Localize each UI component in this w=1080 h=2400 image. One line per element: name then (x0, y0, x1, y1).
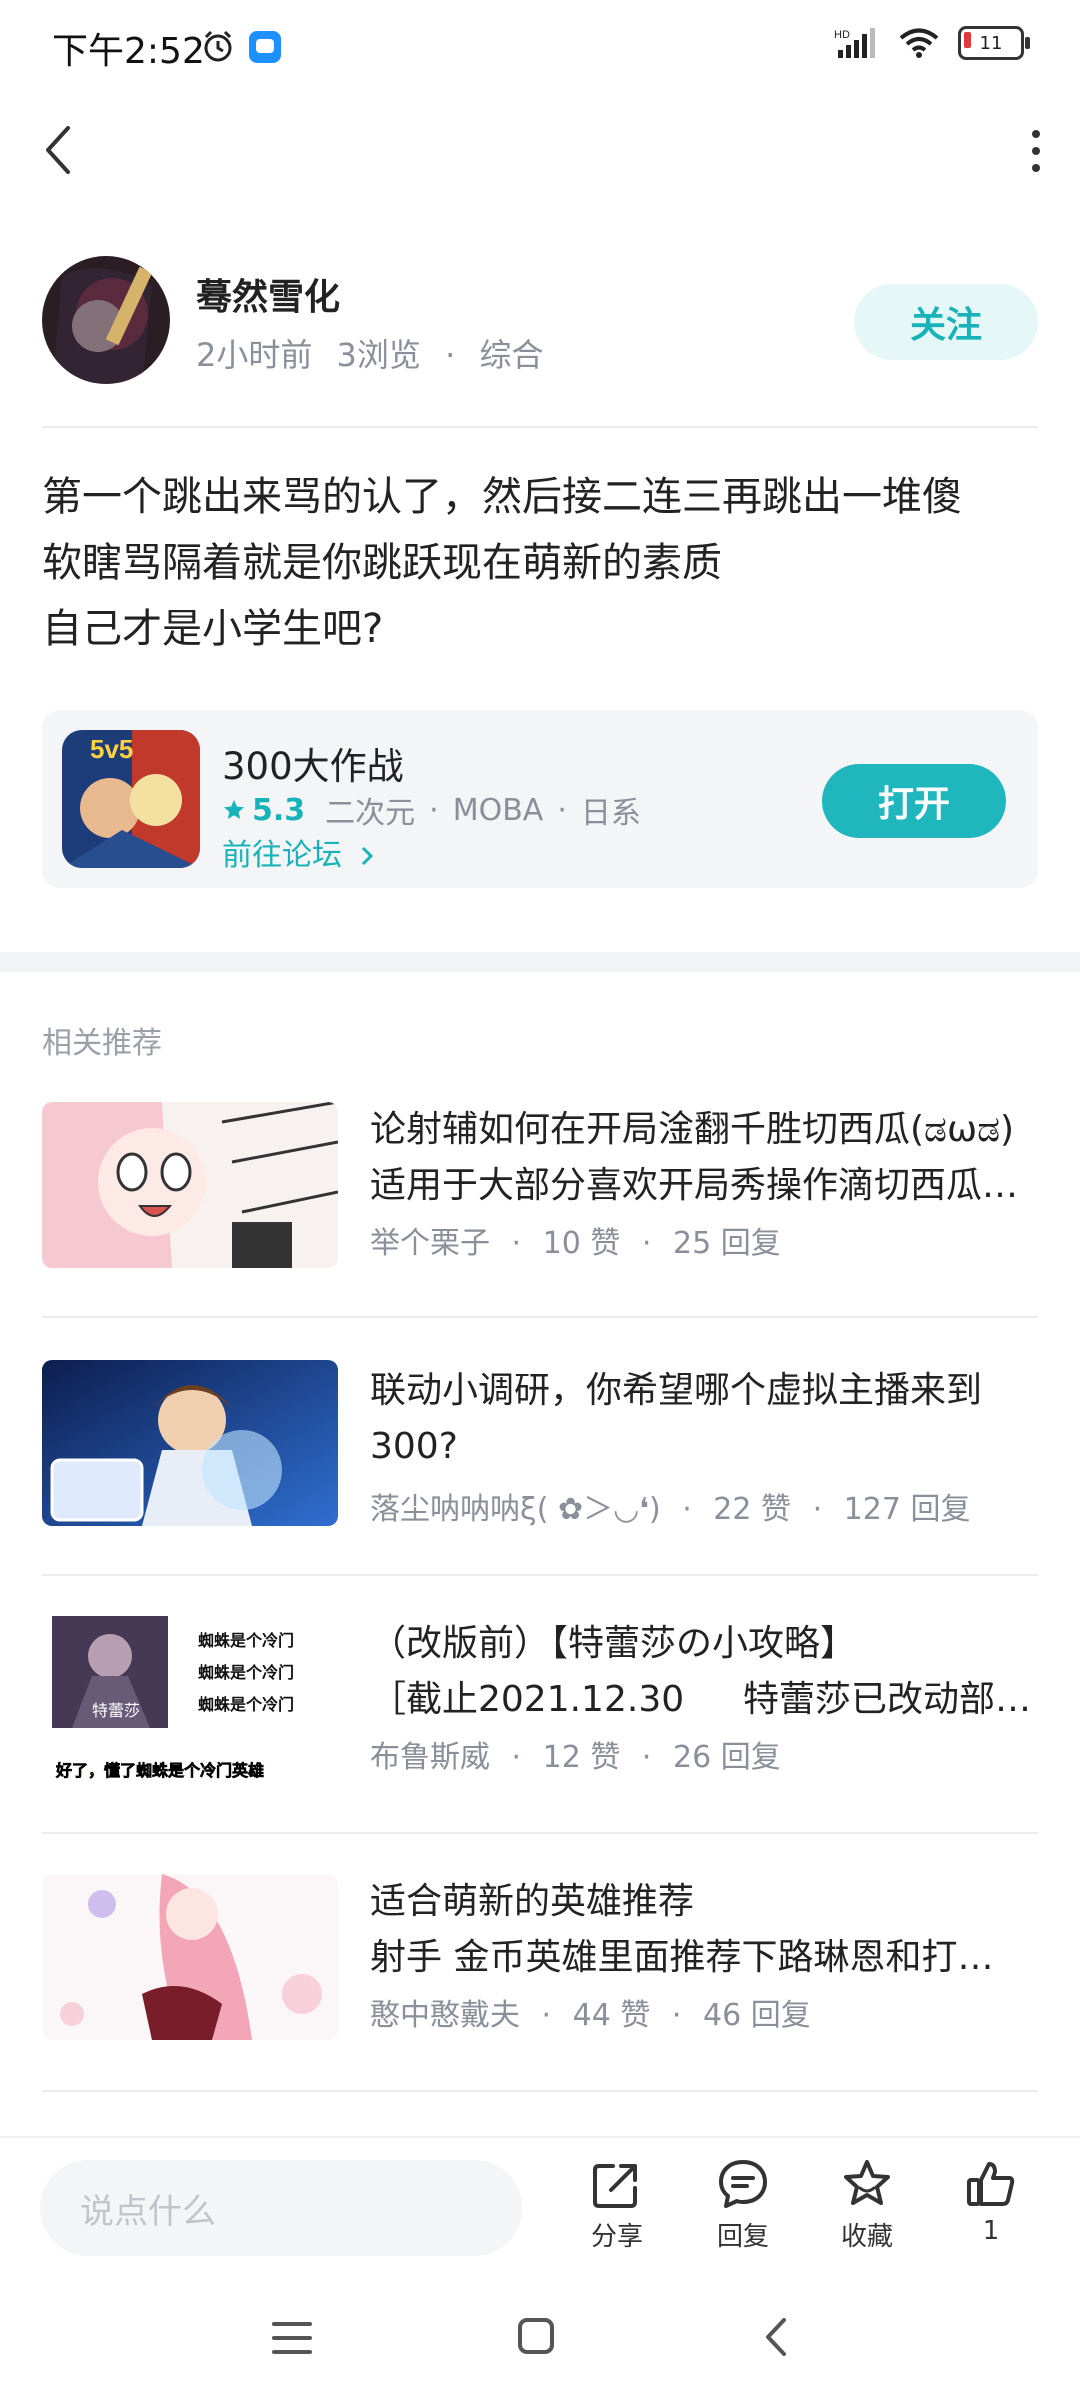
bottom-action-bar: 说点什么 分享 回复 收藏 1 (0, 2136, 1080, 2278)
chevron-right-icon (361, 846, 373, 866)
section-title: 相关推荐 (42, 1026, 162, 1061)
post-time: 2小时前 (196, 336, 313, 374)
item-likes: 44 赞 (572, 1998, 651, 2033)
item-meta: 布鲁斯威 · 12 赞 · 26 回复 (370, 1740, 781, 1775)
alarm-icon (204, 30, 232, 62)
divider (42, 1574, 1038, 1576)
system-nav-bar (0, 2276, 1080, 2400)
more-vertical-icon[interactable] (1026, 126, 1046, 176)
follow-button[interactable]: 关注 (854, 284, 1038, 360)
item-title: （改版前）【特蕾莎の小攻略】 ［截止2021.12.30 特蕾莎已改动部… (370, 1623, 1032, 1720)
divider (42, 2090, 1038, 2092)
star-rating-icon (224, 800, 244, 819)
reply-button[interactable]: 回复 (688, 2158, 798, 2268)
item-title: 论射辅如何在开局淦翻千胜切西瓜(ಡωಡ) 适用于大部分喜欢开局秀操作滴切西瓜… (370, 1109, 1019, 1206)
post-body: 第一个跳出来骂的认了，然后接二连三再跳出一堆傻 软瞎骂隔着就是你跳跃现在萌新的素… (42, 464, 1042, 662)
comment-input[interactable]: 说点什么 (40, 2160, 522, 2256)
game-tag: MOBA (452, 792, 544, 828)
game-tag: 二次元 (325, 796, 416, 831)
post-category: 综合 (479, 336, 544, 374)
menu-icon[interactable] (270, 2318, 314, 2358)
game-name: 300大作战 (222, 745, 404, 788)
game-tags: 5.3 二次元 · MOBA · 日系 (222, 788, 641, 832)
comment-icon (719, 2160, 767, 2208)
item-meta: 落尘呐呐呐ξ( ✿＞◡❛) · 22 赞 · 127 回复 (370, 1492, 971, 1527)
like-button[interactable]: 1 (936, 2158, 1046, 2268)
post-views: 3浏览 (336, 336, 421, 374)
item-replies: 46 回复 (703, 1998, 811, 2033)
post-meta: 2小时前 3浏览 · 综合 (196, 330, 543, 376)
list-item[interactable]: 联动小调研，你希望哪个虚拟主播来到 300? 落尘呐呐呐ξ( ✿＞◡❛) · 2… (42, 1360, 1038, 1527)
share-label: 分享 (590, 2222, 643, 2252)
favorite-button[interactable]: 收藏 (812, 2158, 922, 2268)
forum-link[interactable]: 前往论坛 (222, 830, 376, 874)
item-likes: 12 赞 (542, 1740, 621, 1775)
list-item[interactable]: 适合萌新的英雄推荐 射手 金币英雄里面推荐下路琳恩和打… 憨中憨戴夫 · 44 … (42, 1874, 1038, 2040)
post-line: 第一个跳出来骂的认了，然后接二连三再跳出一堆傻 (42, 474, 962, 520)
divider (42, 426, 1038, 428)
item-title: 适合萌新的英雄推荐 射手 金币英雄里面推荐下路琳恩和打… (370, 1881, 994, 1978)
thumbnail-image: 特蕾莎 蜘蛛是个冷门 蜘蛛是个冷门 蜘蛛是个冷门 好了，懂了蜘蛛是个冷门英雄 (42, 1616, 338, 1782)
share-button[interactable]: 分享 (562, 2158, 672, 2268)
reply-label: 回复 (716, 2222, 769, 2252)
game-tag: 日系 (580, 796, 641, 831)
favorite-label: 收藏 (840, 2222, 893, 2252)
game-icon: 5v5 (62, 730, 200, 868)
battery-level: 11 (979, 32, 1003, 54)
list-item[interactable]: 特蕾莎 蜘蛛是个冷门 蜘蛛是个冷门 蜘蛛是个冷门 好了，懂了蜘蛛是个冷门英雄 （… (42, 1616, 1038, 1782)
svg-text:特蕾莎: 特蕾莎 (92, 1701, 140, 1720)
battery-icon: 11 (958, 26, 1030, 60)
item-author: 举个栗子 (370, 1226, 490, 1261)
meta-dot: · (445, 336, 456, 374)
app-notification-icon (249, 31, 281, 63)
item-likes: 22 赞 (713, 1492, 792, 1527)
svg-text:蜘蛛是个冷门: 蜘蛛是个冷门 (198, 1695, 294, 1714)
author-name[interactable]: 蓦然雪化 (196, 268, 340, 320)
list-item[interactable]: 论射辅如何在开局淦翻千胜切西瓜(ಡωಡ) 适用于大部分喜欢开局秀操作滴切西瓜… … (42, 1102, 1038, 1268)
system-back-icon[interactable] (762, 2316, 792, 2358)
thumbnail-image (42, 1360, 338, 1526)
svg-text:好了，懂了蜘蛛是个冷门英雄: 好了，懂了蜘蛛是个冷门英雄 (55, 1761, 264, 1780)
open-game-button[interactable]: 打开 (822, 764, 1006, 838)
avatar[interactable] (42, 256, 170, 384)
thumbnail-image (42, 1874, 338, 2040)
game-score: 5.3 (252, 792, 306, 828)
divider (42, 1316, 1038, 1318)
item-replies: 127 回复 (843, 1492, 971, 1527)
post-line: 自己才是小学生吧? (42, 606, 384, 652)
svg-text:5v5: 5v5 (90, 734, 133, 764)
home-icon[interactable] (516, 2316, 556, 2356)
item-replies: 26 回复 (673, 1740, 781, 1775)
star-icon (844, 2160, 890, 2205)
item-title: 联动小调研，你希望哪个虚拟主播来到 300? (370, 1370, 983, 1467)
signal-icon: HD (834, 28, 875, 58)
status-icons: HD 11 (834, 26, 1030, 60)
status-time: 下午2:52 (52, 31, 205, 72)
svg-text:HD: HD (834, 29, 850, 41)
divider (42, 1832, 1038, 1834)
item-likes: 10 赞 (542, 1226, 621, 1261)
svg-text:蜘蛛是个冷门: 蜘蛛是个冷门 (198, 1631, 294, 1650)
item-author: 憨中憨戴夫 (370, 1998, 520, 2033)
svg-text:蜘蛛是个冷门: 蜘蛛是个冷门 (198, 1663, 294, 1682)
post-line: 软瞎骂隔着就是你跳跃现在萌新的素质 (42, 540, 722, 586)
like-count: 1 (982, 2216, 1000, 2246)
back-chevron-icon[interactable] (38, 120, 78, 180)
thumbnail-image (42, 1102, 338, 1268)
share-icon (593, 2164, 637, 2208)
section-separator (0, 952, 1080, 972)
wifi-icon (899, 28, 939, 58)
item-replies: 25 回复 (673, 1226, 781, 1261)
item-meta: 举个栗子 · 10 赞 · 25 回复 (370, 1226, 781, 1261)
item-author: 落尘呐呐呐ξ( ✿＞◡❛) (370, 1492, 661, 1527)
thumbs-up-icon (967, 2162, 1015, 2206)
status-bar: 下午2:52 HD 11 (0, 0, 1080, 96)
game-card[interactable]: 5v5 300大作战 5.3 二次元 · MOBA · 日系 前往论坛 打开 (42, 710, 1038, 888)
item-meta: 憨中憨戴夫 · 44 赞 · 46 回复 (370, 1998, 811, 2033)
item-author: 布鲁斯威 (370, 1740, 490, 1775)
